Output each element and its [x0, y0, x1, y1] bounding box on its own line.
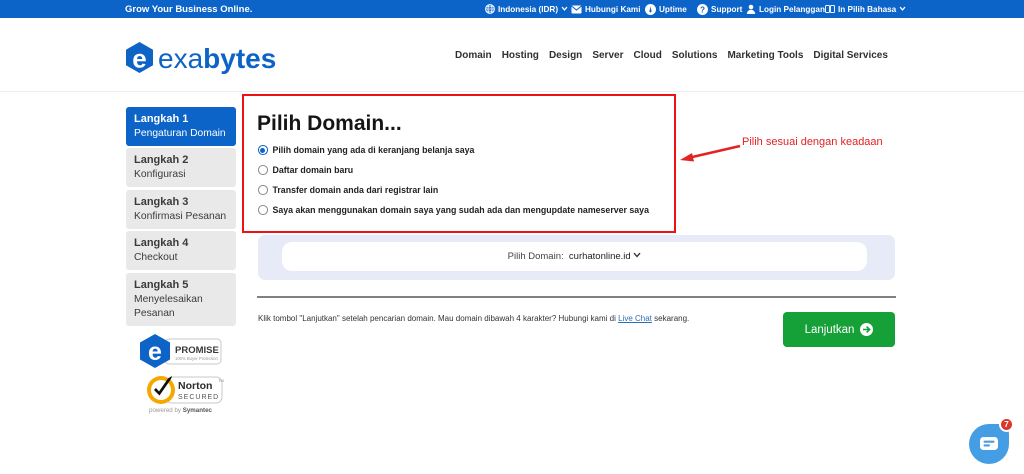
svg-text:PROMISE: PROMISE [175, 345, 219, 356]
svg-text:100% Buyer Protection: 100% Buyer Protection [175, 356, 219, 361]
svg-text:TM: TM [218, 378, 224, 383]
svg-text:powered by Symantec: powered by Symantec [149, 407, 213, 414]
svg-text:SECURED: SECURED [178, 394, 219, 401]
svg-text:?: ? [700, 5, 705, 14]
svg-text:Norton: Norton [178, 380, 212, 392]
svg-text:e: e [132, 44, 146, 74]
svg-text:e: e [148, 338, 162, 366]
